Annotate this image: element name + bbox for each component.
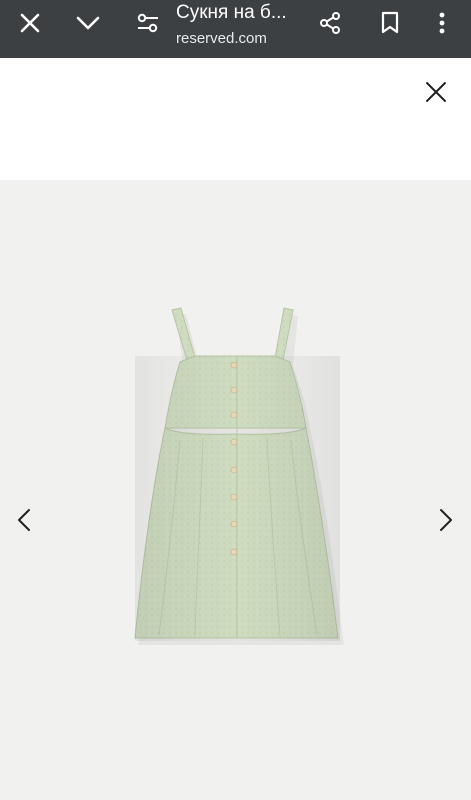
close-viewer-button[interactable] [420,76,452,108]
minimize-tab-button[interactable] [68,0,108,46]
page-url: reserved.com [176,30,267,47]
page-settings-button[interactable] [128,0,168,46]
bookmark-button[interactable] [370,0,410,46]
bookmark-icon [381,11,399,34]
product-image-gallery[interactable] [0,180,471,800]
chevron-right-icon [440,509,452,531]
close-icon [426,82,446,102]
close-icon [20,13,40,33]
page-title-block[interactable]: Сукня на б... reserved.com [176,2,306,50]
tune-icon [137,13,158,33]
close-tab-button[interactable] [10,0,50,46]
overflow-menu-button[interactable] [422,0,462,46]
page-title: Сукня на б... [176,2,287,23]
viewer-header [0,58,471,180]
previous-image-button[interactable] [6,502,42,538]
product-image [134,307,344,645]
next-image-button[interactable] [428,502,464,538]
more-vert-icon [439,12,445,34]
chevron-down-icon [76,16,100,30]
share-button[interactable] [310,0,350,46]
chevron-left-icon [18,509,30,531]
browser-toolbar: Сукня на б... reserved.com [0,0,471,58]
share-icon [320,12,340,34]
